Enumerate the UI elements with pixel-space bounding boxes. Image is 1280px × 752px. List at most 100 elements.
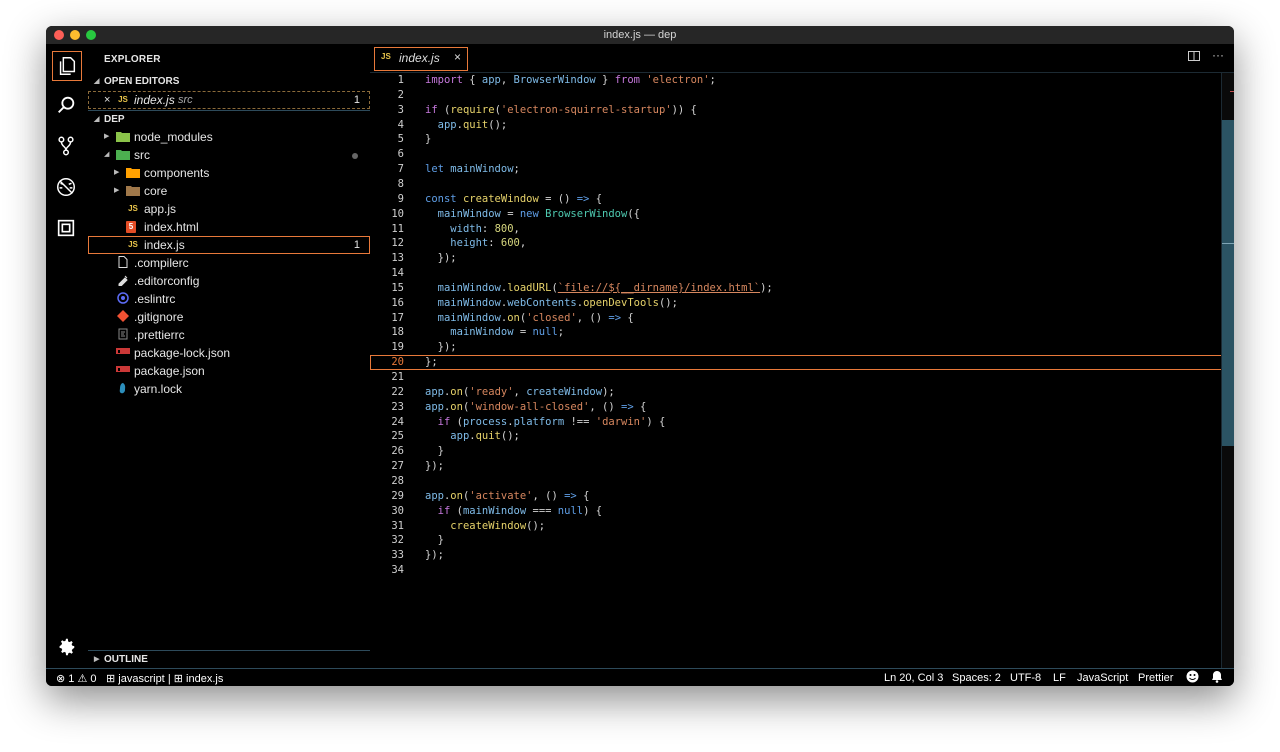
code-line[interactable]: 29 app.on('activate', () => { — [370, 489, 1222, 504]
line-number: 1 — [397, 74, 404, 86]
code-line[interactable]: 15 mainWindow.loadURL(`file://${__dirnam… — [370, 281, 1222, 296]
tree-item-index-html[interactable]: 5 index.html — [88, 218, 370, 236]
code-line[interactable]: 2 — [370, 88, 1222, 103]
open-editors-header[interactable]: ◢ OPEN EDITORS — [88, 73, 370, 91]
bell-icon[interactable] — [1211, 670, 1223, 686]
tree-item-gitignore[interactable]: .gitignore — [88, 308, 370, 326]
code-editor[interactable]: 1 import { app, BrowserWindow } from 'ele… — [370, 73, 1222, 668]
more-actions-icon[interactable]: ··· — [1212, 48, 1224, 62]
scrollbar-thumb[interactable] — [1222, 120, 1234, 446]
close-icon[interactable]: × — [104, 91, 110, 109]
smiley-icon[interactable] — [1186, 670, 1199, 686]
explorer-title: EXPLORER — [104, 54, 161, 65]
source-control-icon[interactable] — [52, 132, 80, 160]
code-token: height — [450, 237, 489, 250]
line-number: 7 — [397, 163, 404, 176]
tree-item-prettierrc[interactable]: .prettierrc — [88, 326, 370, 344]
code-token: BrowserWindow — [545, 207, 628, 220]
code-token: require — [450, 103, 495, 116]
code-line[interactable]: 30 if (mainWindow === null) { — [370, 504, 1222, 519]
tree-item-package-json[interactable]: package.json — [88, 362, 370, 380]
code-line[interactable]: 31 createWindow(); — [370, 519, 1222, 534]
gear-icon[interactable] — [52, 633, 80, 661]
line-number: 17 — [391, 311, 404, 324]
tree-item-editorconfig[interactable]: .editorconfig — [88, 272, 370, 290]
code-line[interactable]: 5} — [370, 132, 1222, 147]
tree-item-components[interactable]: ▶ components — [88, 164, 370, 182]
debug-icon[interactable] — [52, 173, 80, 201]
outline-header[interactable]: ▶ OUTLINE — [88, 650, 370, 669]
code-line[interactable]: 34 — [370, 563, 1222, 578]
tree-item-core[interactable]: ▶ core — [88, 182, 370, 200]
split-editor-icon[interactable] — [1188, 50, 1200, 65]
problems-indicator[interactable]: ⊗ 1 ⚠ 0 — [56, 672, 97, 685]
code-line[interactable]: 19 }); — [370, 340, 1222, 355]
code-line[interactable]: 11 width: 800, — [370, 222, 1222, 237]
code-token: mainWindow — [450, 163, 514, 176]
code-line[interactable]: 32 } — [370, 533, 1222, 548]
tree-item-src[interactable]: ◢ src — [88, 146, 370, 164]
code-line[interactable]: 21 — [370, 370, 1222, 385]
tree-item-compilerc[interactable]: .compilerc — [88, 254, 370, 272]
prettier-icon — [116, 328, 130, 342]
files-icon[interactable] — [52, 51, 82, 81]
code-line[interactable]: 13 }); — [370, 251, 1222, 266]
extensions-icon[interactable] — [52, 214, 80, 242]
code-line[interactable]: 27}); — [370, 459, 1222, 474]
tree-item-index-js[interactable]: JS index.js 1 — [88, 236, 370, 254]
search-icon[interactable] — [52, 91, 80, 119]
code-line[interactable]: 9 const createWindow = () => { — [370, 192, 1222, 207]
file-icon — [116, 256, 130, 270]
code-line[interactable]: 1 import { app, BrowserWindow } from 'ele… — [370, 73, 1222, 88]
code-line[interactable]: 4 app.quit(); — [370, 118, 1222, 133]
code-line[interactable]: 8 — [370, 177, 1222, 192]
code-line[interactable]: 17 mainWindow.on('closed', () => { — [370, 311, 1222, 326]
language-mode[interactable]: JavaScript — [1077, 672, 1128, 684]
code-line[interactable]: 28 — [370, 474, 1222, 489]
code-line[interactable]: 6 — [370, 147, 1222, 162]
code-line[interactable]: 3 if (require('electron-squirrel-startup'… — [370, 103, 1222, 118]
eol-setting[interactable]: LF — [1053, 672, 1066, 684]
code-line[interactable]: 25 app.quit(); — [370, 429, 1222, 444]
open-editor-item[interactable]: × JS index.js src 1 — [88, 91, 370, 109]
code-line[interactable]: 20}; — [370, 355, 1222, 371]
tree-item-package-lock-json[interactable]: package-lock.json — [88, 344, 370, 362]
maximize-window-button[interactable] — [86, 30, 96, 40]
folder-header-dep[interactable]: ◢ DEP — [88, 110, 370, 129]
code-line[interactable]: 16 mainWindow.webContents.openDevTools()… — [370, 296, 1222, 311]
code-line[interactable]: 23 app.on('window-all-closed', () => { — [370, 400, 1222, 415]
cursor-position[interactable]: Ln 20, Col 3 — [884, 672, 943, 684]
code-line[interactable]: 10 mainWindow = new BrowserWindow({ — [370, 207, 1222, 222]
code-token: on — [507, 311, 520, 324]
formatter-status[interactable]: Prettier — [1138, 672, 1173, 684]
chevron-down-icon: ◢ — [94, 78, 100, 85]
code-line[interactable]: 14 — [370, 266, 1222, 281]
breadcrumb-status[interactable]: ⊞ javascript | ⊞ index.js — [106, 672, 223, 685]
code-line[interactable]: 24 if (process.platform !== 'darwin') { — [370, 415, 1222, 430]
tree-item-eslintrc[interactable]: .eslintrc — [88, 290, 370, 308]
code-line[interactable]: 26 } — [370, 444, 1222, 459]
tree-item-yarn-lock[interactable]: yarn.lock — [88, 380, 370, 398]
tree-item-app-js[interactable]: JS app.js — [88, 200, 370, 218]
code-line[interactable]: 12 height: 600, — [370, 236, 1222, 251]
close-window-button[interactable] — [54, 30, 64, 40]
vertical-scrollbar[interactable] — [1221, 73, 1234, 668]
encoding-setting[interactable]: UTF-8 — [1010, 672, 1041, 684]
code-text: }); — [425, 459, 444, 474]
tree-item-node-modules[interactable]: ▶ node_modules — [88, 128, 370, 146]
close-icon[interactable]: × — [454, 50, 461, 64]
code-token: app — [450, 430, 470, 443]
code-line[interactable]: 7 let mainWindow; — [370, 162, 1222, 177]
code-line[interactable]: 33}); — [370, 548, 1222, 563]
tab-index-js[interactable]: JS index.js × — [374, 47, 468, 71]
code-token: quit — [475, 430, 501, 443]
overview-ruler-mark — [1222, 243, 1234, 244]
code-line[interactable]: 18 mainWindow = null; — [370, 325, 1222, 340]
minimize-window-button[interactable] — [70, 30, 80, 40]
code-token: , — [513, 385, 527, 398]
code-line[interactable]: 22 app.on('ready', createWindow); — [370, 385, 1222, 400]
indentation-setting[interactable]: Spaces: 2 — [952, 672, 1001, 684]
